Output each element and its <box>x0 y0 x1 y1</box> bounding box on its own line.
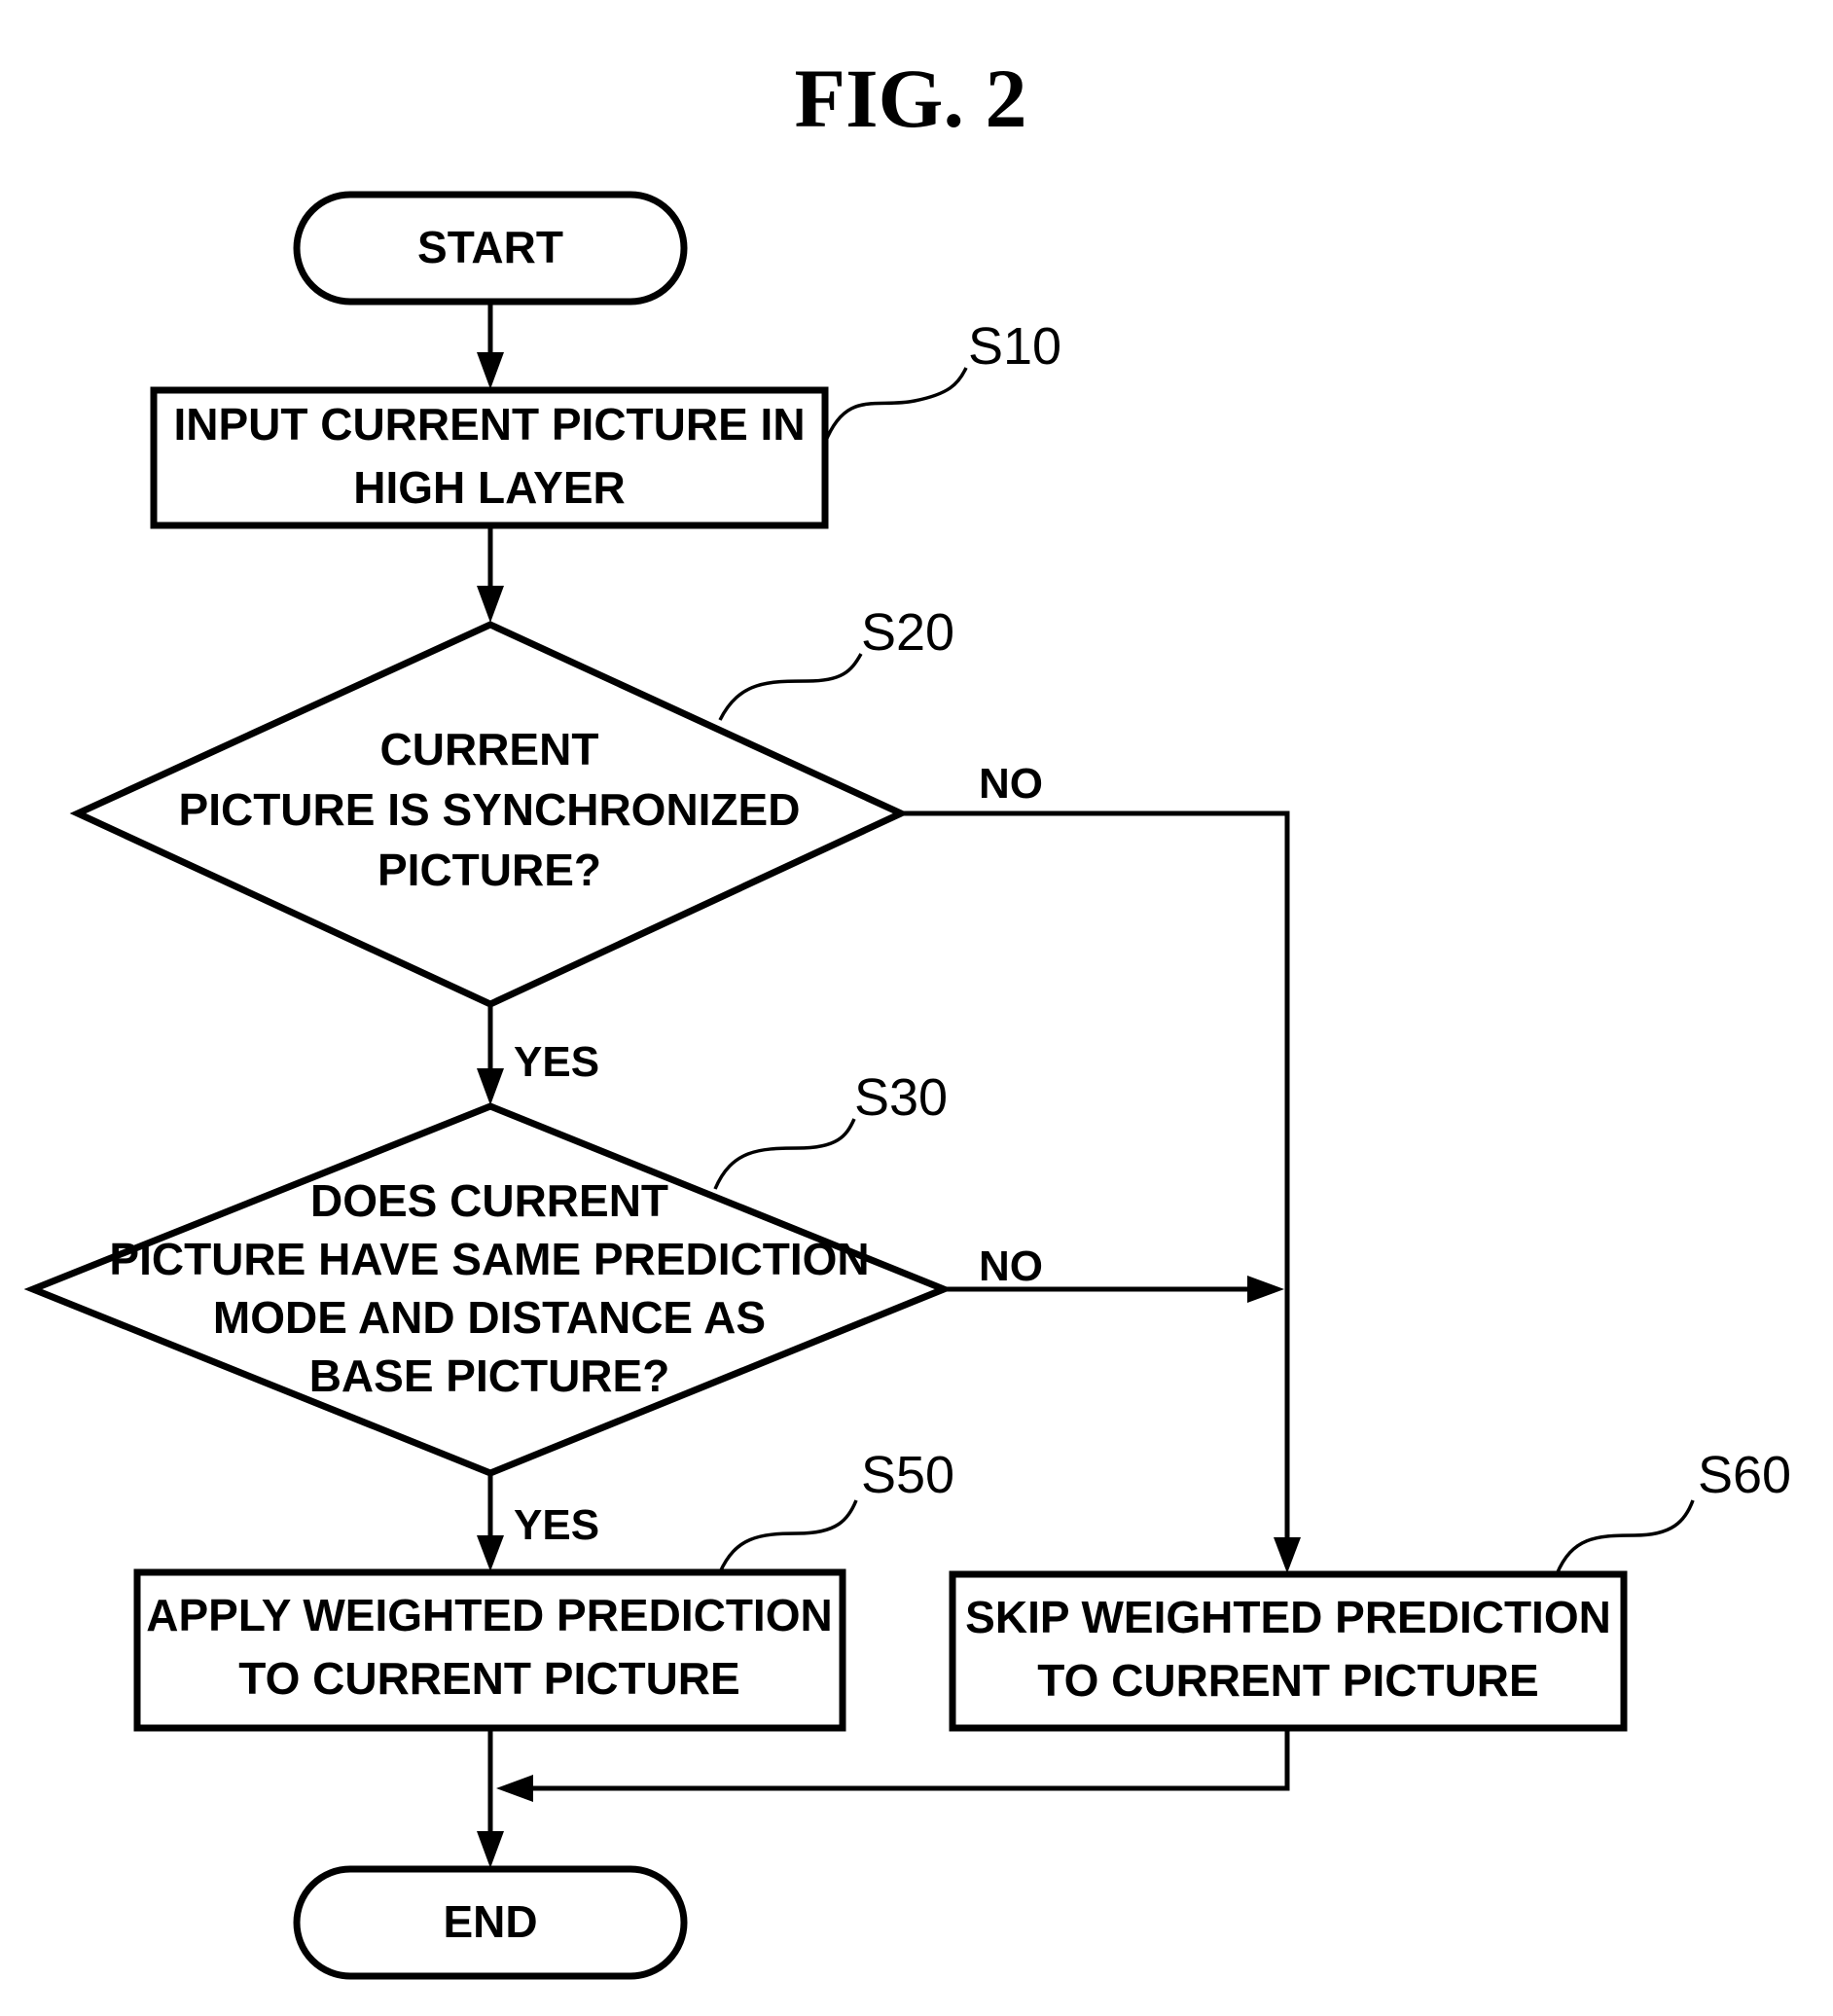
arrowhead-icon <box>477 1831 504 1868</box>
arrowhead-icon <box>496 1775 533 1802</box>
s60-leader-line <box>1555 1499 1695 1575</box>
edge-label-s20-yes: YES <box>514 1038 599 1086</box>
process-s60-line-2: TO CURRENT PICTURE <box>1037 1655 1538 1706</box>
step-label-s50: S50 <box>861 1446 954 1504</box>
arrowhead-icon <box>477 352 504 389</box>
flowchart: FIG. 2 START INPUT CURRENT PICTURE IN HI… <box>23 52 1791 1980</box>
process-s50-line-1: APPLY WEIGHTED PREDICTION <box>146 1590 832 1640</box>
decision-s20-line-1: CURRENT <box>380 724 599 774</box>
process-s50: APPLY WEIGHTED PREDICTION TO CURRENT PIC… <box>133 1568 846 1732</box>
step-label-s10: S10 <box>968 317 1061 376</box>
s30-leader-line <box>713 1118 856 1190</box>
decision-s30-line-3: MODE AND DISTANCE AS <box>213 1292 766 1343</box>
s20-leader-line <box>718 653 863 721</box>
decision-s20-line-2: PICTURE IS SYNCHRONIZED <box>179 784 801 835</box>
process-s10-line-2: HIGH LAYER <box>353 462 625 513</box>
end-label: END <box>443 1896 537 1947</box>
connector-s20-no <box>901 810 1290 1547</box>
step-label-s60: S60 <box>1698 1446 1791 1504</box>
arrowhead-icon <box>477 586 504 623</box>
process-s50-line-2: TO CURRENT PICTURE <box>238 1653 739 1704</box>
start-terminal: START <box>293 191 688 306</box>
decision-s30: DOES CURRENT PICTURE HAVE SAME PREDICTIO… <box>23 1102 953 1477</box>
process-s10-line-1: INPUT CURRENT PICTURE IN <box>173 399 805 450</box>
decision-s20-line-3: PICTURE? <box>377 845 601 895</box>
process-s60: SKIP WEIGHTED PREDICTION TO CURRENT PICT… <box>949 1570 1628 1732</box>
arrowhead-icon <box>1274 1537 1301 1573</box>
decision-s30-shape <box>23 1102 953 1477</box>
decision-s30-line-1: DOES CURRENT <box>310 1175 668 1226</box>
arrowhead-icon <box>477 1068 504 1105</box>
process-s60-line-1: SKIP WEIGHTED PREDICTION <box>965 1592 1611 1642</box>
start-label: START <box>417 222 563 272</box>
edge-label-s30-yes: YES <box>514 1501 599 1549</box>
step-label-s30: S30 <box>854 1068 948 1127</box>
s10-leader-line <box>823 367 968 444</box>
edge-label-s30-no: NO <box>979 1242 1043 1290</box>
arrowhead-icon <box>1247 1276 1284 1303</box>
step-label-s20: S20 <box>861 603 954 662</box>
connector-s60-merge <box>525 1728 1290 1791</box>
edge-label-s20-no: NO <box>979 760 1043 808</box>
decision-s30-line-4: BASE PICTURE? <box>309 1350 670 1401</box>
end-terminal: END <box>293 1865 688 1980</box>
figure-title: FIG. 2 <box>795 52 1027 145</box>
s50-leader-line <box>718 1499 858 1573</box>
process-s10: INPUT CURRENT PICTURE IN HIGH LAYER <box>150 386 829 529</box>
decision-s30-line-2: PICTURE HAVE SAME PREDICTION <box>109 1234 869 1284</box>
arrowhead-icon <box>477 1535 504 1571</box>
